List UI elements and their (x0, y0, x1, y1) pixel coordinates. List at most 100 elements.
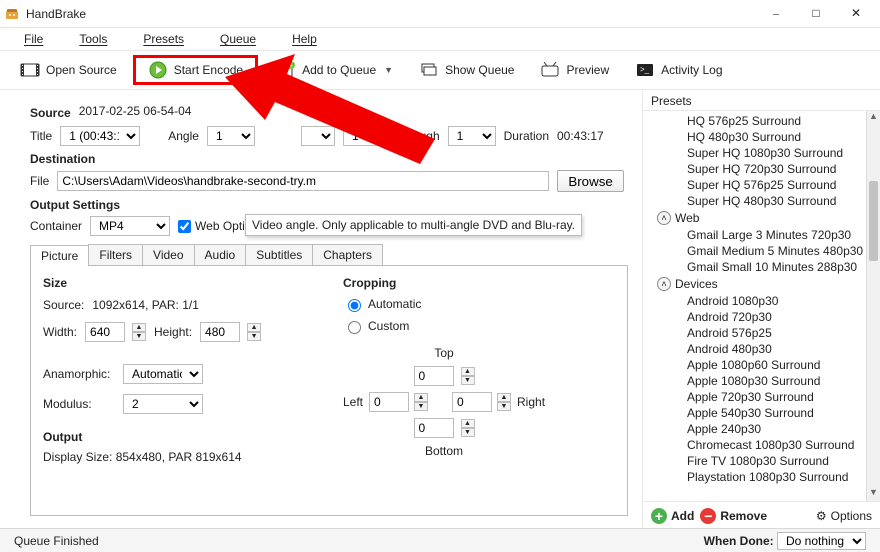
start-encode-label: Start Encode (174, 63, 243, 77)
crop-top-input[interactable] (414, 366, 454, 386)
tab-filters[interactable]: Filters (88, 244, 143, 265)
add-to-queue-button[interactable]: + Add to Queue ▼ (268, 58, 401, 82)
preset-item[interactable]: Apple 540p30 Surround (657, 405, 880, 421)
preset-item[interactable]: Apple 720p30 Surround (657, 389, 880, 405)
tab-video[interactable]: Video (142, 244, 194, 265)
preset-item[interactable]: Android 480p30 (657, 341, 880, 357)
preset-item[interactable]: Apple 1080p60 Surround (657, 357, 880, 373)
menu-presets[interactable]: Presets (127, 30, 200, 48)
preset-add-button[interactable]: +Add (651, 508, 694, 524)
preset-item[interactable]: Android 576p25 (657, 325, 880, 341)
show-queue-button[interactable]: Show Queue (411, 58, 522, 82)
output-value: Display Size: 854x480, PAR 819x614 (43, 450, 303, 464)
gear-icon: ⚙ (816, 509, 827, 523)
chevron-down-icon: ▼ (384, 65, 393, 75)
preset-item[interactable]: Apple 1080p30 Surround (657, 373, 880, 389)
film-icon (20, 62, 40, 78)
preset-item[interactable]: Gmail Small 10 Minutes 288p30 (657, 259, 880, 275)
preset-item[interactable]: Chromecast 1080p30 Surround (657, 437, 880, 453)
modulus-select[interactable]: 2 (123, 394, 203, 414)
when-done-select[interactable]: Do nothing (777, 532, 866, 550)
destination-file-input[interactable] (57, 171, 549, 191)
chevron-up-icon: ˄ (657, 277, 671, 291)
preset-item[interactable]: Android 720p30 (657, 309, 880, 325)
menu-file[interactable]: File (8, 30, 59, 48)
container-select[interactable]: MP4 (90, 216, 170, 236)
preset-item[interactable]: Fire TV 1080p30 Surround (657, 453, 880, 469)
title-select[interactable]: 1 (00:43:17) (60, 126, 140, 146)
terminal-icon: >_ (635, 62, 655, 78)
crop-auto-radio[interactable]: Automatic (343, 296, 545, 312)
output-label: Output (43, 430, 303, 444)
range-start-select[interactable]: 1 (343, 126, 391, 146)
preview-label: Preview (566, 63, 609, 77)
range-type-select[interactable] (301, 126, 335, 146)
preset-item[interactable]: Apple 240p30 (657, 421, 880, 437)
crop-left-label: Left (343, 395, 363, 409)
angle-select[interactable]: 1 (207, 126, 255, 146)
preset-item[interactable]: HQ 480p30 Surround (657, 129, 880, 145)
preset-item[interactable]: Android 1080p30 (657, 293, 880, 309)
preview-button[interactable]: Preview (532, 58, 617, 82)
chevron-up-icon: ˄ (657, 211, 671, 225)
svg-text:>_: >_ (640, 65, 650, 74)
preset-item[interactable]: Super HQ 576p25 Surround (657, 177, 880, 193)
tab-picture[interactable]: Picture (30, 245, 89, 266)
preset-group-web[interactable]: ˄Web (657, 211, 880, 225)
menu-queue[interactable]: Queue (204, 30, 272, 48)
crop-left-input[interactable] (369, 392, 409, 412)
anamorphic-select[interactable]: Automatic (123, 364, 203, 384)
width-input[interactable] (85, 322, 125, 342)
menu-tools[interactable]: Tools (63, 30, 123, 48)
add-to-queue-label: Add to Queue (302, 63, 376, 77)
maximize-button[interactable]: □ (796, 0, 836, 28)
height-label: Height: (154, 325, 192, 339)
preset-options-button[interactable]: ⚙Options (816, 509, 872, 523)
menu-bar: File Tools Presets Queue Help (0, 28, 880, 50)
preset-item[interactable]: HQ 576p25 Surround (657, 113, 880, 129)
preset-list: HQ 576p25 Surround HQ 480p30 Surround Su… (643, 110, 880, 502)
crop-bottom-spinner[interactable]: ▲▼ (461, 419, 475, 437)
start-encode-button[interactable]: Start Encode (140, 58, 251, 82)
plus-icon: + (651, 508, 667, 524)
width-spinner[interactable]: ▲▼ (132, 323, 146, 341)
range-end-select[interactable]: 1 (448, 126, 496, 146)
preset-item[interactable]: Super HQ 480p30 Surround (657, 193, 880, 209)
preset-item[interactable]: Gmail Large 3 Minutes 720p30 (657, 227, 880, 243)
tab-chapters[interactable]: Chapters (312, 244, 383, 265)
crop-left-spinner[interactable]: ▲▼ (414, 393, 428, 411)
tv-icon (540, 62, 560, 78)
preset-item[interactable]: Gmail Medium 5 Minutes 480p30 (657, 243, 880, 259)
crop-right-spinner[interactable]: ▲▼ (497, 393, 511, 411)
menu-help[interactable]: Help (276, 30, 333, 48)
container-label: Container (30, 219, 82, 233)
preset-item[interactable]: Super HQ 1080p30 Surround (657, 145, 880, 161)
height-spinner[interactable]: ▲▼ (247, 323, 261, 341)
preset-remove-button[interactable]: −Remove (700, 508, 767, 524)
tab-subtitles[interactable]: Subtitles (245, 244, 313, 265)
height-input[interactable] (200, 322, 240, 342)
crop-top-label: Top (434, 346, 453, 360)
app-icon (4, 6, 20, 22)
anamorphic-label: Anamorphic: (43, 367, 115, 381)
preset-item[interactable]: Super HQ 720p30 Surround (657, 161, 880, 177)
activity-log-label: Activity Log (661, 63, 722, 77)
crop-top-spinner[interactable]: ▲▼ (461, 367, 475, 385)
angle-label: Angle (168, 129, 199, 143)
presets-header: Presets (643, 90, 880, 110)
crop-right-input[interactable] (452, 392, 492, 412)
source-dim-label: Source: (43, 298, 84, 312)
source-dim-value: 1092x614, PAR: 1/1 (92, 298, 199, 312)
preset-scrollbar[interactable]: ▲ ▼ (866, 111, 880, 501)
minimize-button[interactable]: – (756, 0, 796, 28)
browse-button[interactable]: Browse (557, 170, 623, 192)
crop-custom-radio[interactable]: Custom (343, 318, 545, 334)
through-label: through (399, 129, 440, 143)
tab-audio[interactable]: Audio (194, 244, 247, 265)
close-button[interactable]: ✕ (836, 0, 876, 28)
crop-bottom-input[interactable] (414, 418, 454, 438)
preset-item[interactable]: Playstation 1080p30 Surround (657, 469, 880, 485)
preset-group-devices[interactable]: ˄Devices (657, 277, 880, 291)
open-source-button[interactable]: Open Source (12, 58, 125, 82)
activity-log-button[interactable]: >_ Activity Log (627, 58, 730, 82)
